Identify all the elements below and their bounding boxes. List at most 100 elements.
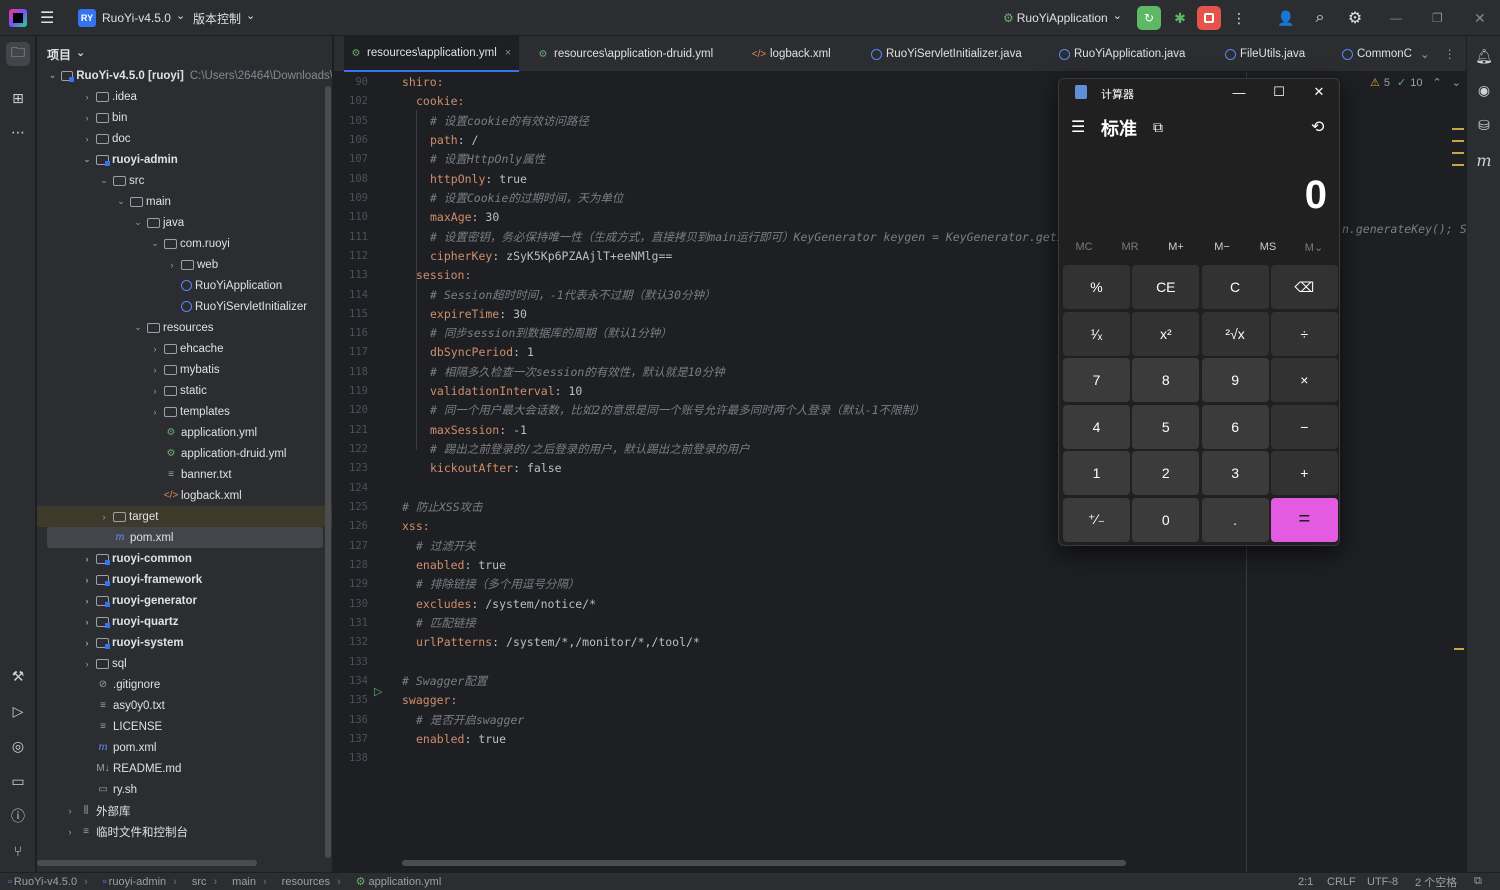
expand-arrow-icon[interactable]: › (81, 113, 93, 123)
minimize-icon[interactable]: — (1390, 0, 1402, 36)
close-window-icon[interactable]: ✕ (1474, 0, 1486, 36)
expand-arrow-icon[interactable]: ⌄ (149, 238, 161, 249)
tree-item[interactable]: › ehcache (37, 338, 332, 359)
square-root-button[interactable]: ²√x (1201, 311, 1269, 356)
clear-entry-button[interactable]: CE (1132, 265, 1200, 309)
tree-root[interactable]: ⌄ RuoYi-v4.5.0 [ruoyi] C:\Users\26464\Do… (37, 65, 332, 86)
expand-arrow-icon[interactable]: › (166, 260, 178, 270)
digit-5-button[interactable]: 5 (1132, 404, 1200, 449)
expand-arrow-icon[interactable]: › (98, 512, 110, 522)
tab-overflow-chevron-icon[interactable]: ⌄ (1420, 36, 1430, 72)
vcs-menu[interactable]: 版本控制 (193, 0, 255, 36)
code-line[interactable]: shiro: (402, 73, 444, 92)
tree-item[interactable]: ⚙ application-druid.yml (37, 443, 332, 464)
expand-arrow-icon[interactable]: ⌄ (115, 196, 127, 207)
more-actions-icon[interactable]: ⋮ (1227, 6, 1251, 30)
memory-button[interactable]: MS (1248, 241, 1288, 253)
memory-button[interactable]: MR (1110, 241, 1150, 253)
tree-item[interactable]: ≡ banner.txt (37, 464, 332, 485)
tree-item[interactable]: › sql (37, 653, 332, 674)
tree-item[interactable]: › .idea (37, 86, 332, 107)
tree-item[interactable]: › ruoyi-system (37, 632, 332, 653)
tree-item[interactable]: </> logback.xml (37, 485, 332, 506)
tree-item[interactable]: ⌄ src (37, 170, 332, 191)
tree-item[interactable]: › web (37, 254, 332, 275)
tree-item[interactable]: m pom.xml (47, 527, 323, 548)
code-line[interactable]: maxAge: 30 (430, 208, 499, 227)
tree-item[interactable]: ⌄ ruoyi-admin (37, 149, 332, 170)
breadcrumb-item[interactable]: src (192, 876, 207, 888)
code-line[interactable]: path: / (430, 131, 478, 150)
tree-item[interactable]: ▭ ry.sh (37, 779, 332, 800)
readonly-toggle-icon[interactable]: ⧉ (1474, 875, 1482, 888)
digit-7-button[interactable]: 7 (1063, 358, 1130, 402)
cursor-position[interactable]: 2:1 (1298, 876, 1313, 888)
tree-item[interactable]: ⌄ java (37, 212, 332, 233)
main-menu-icon[interactable]: ☰ (40, 0, 54, 36)
digit-0-button[interactable]: 0 (1132, 497, 1200, 542)
tree-item[interactable]: › ⫼ 外部库 (37, 800, 332, 821)
code-line[interactable]: # 匹配链接 (416, 614, 476, 633)
tree-item[interactable]: M↓ README.md (37, 758, 332, 779)
expand-arrow-icon[interactable]: ⌄ (98, 175, 110, 186)
project-scrollbar-vertical[interactable] (325, 86, 331, 858)
digit-1-button[interactable]: 1 (1063, 451, 1130, 495)
keep-on-top-icon[interactable]: ⧉ (1153, 119, 1163, 136)
code-line[interactable]: # 排除链接（多个用逗号分隔） (416, 575, 579, 594)
code-line[interactable]: # 设置Cookie的过期时间，天为单位 (430, 189, 623, 208)
expand-arrow-icon[interactable]: › (81, 134, 93, 144)
tree-item[interactable]: RuoYiServletInitializer (37, 296, 332, 317)
tree-item[interactable]: m pom.xml (37, 737, 332, 758)
code-line[interactable]: # 同一个用户最大会话数，比如2的意思是同一个账号允许最多同时两个人登录（默认-… (430, 401, 925, 420)
code-line[interactable]: cookie: (416, 92, 464, 111)
code-line[interactable]: # 同步session到数据库的周期（默认1分钟） (430, 324, 672, 343)
code-line[interactable]: enabled: true (416, 556, 506, 575)
expand-arrow-icon[interactable]: › (81, 638, 93, 648)
git-icon[interactable]: ⑂ (6, 839, 30, 863)
tree-item[interactable]: › templates (37, 401, 332, 422)
expand-arrow-icon[interactable]: › (149, 365, 161, 375)
code-line[interactable]: expireTime: 30 (430, 305, 527, 324)
calc-minimize-icon[interactable]: — (1219, 79, 1259, 105)
tab-more-icon[interactable]: ⋮ (1444, 36, 1456, 72)
tree-item[interactable]: › doc (37, 128, 332, 149)
code-line[interactable]: # 相隔多久检查一次session的有效性，默认就是10分钟 (430, 363, 725, 382)
tree-item[interactable]: ≡ asy0y0.txt (37, 695, 332, 716)
memory-button[interactable]: M+ (1156, 241, 1196, 253)
calculator-window[interactable]: 计算器 — ☐ ✕ ☰ 标准 ⧉ ⟲ 0 MC MR M+ M− MS M⌄ % CE C ⌫ ¹… (1058, 78, 1340, 546)
maven-icon[interactable]: m (1472, 148, 1496, 172)
memory-button[interactable]: M− (1202, 241, 1242, 253)
add-user-icon[interactable]: 👤 (1274, 6, 1298, 30)
code-line[interactable]: excludes: /system/notice/* (416, 595, 596, 614)
line-separator[interactable]: CRLF (1327, 876, 1356, 888)
memory-button[interactable]: M⌄ (1294, 241, 1334, 254)
tab-resources-application-druid-yml[interactable]: ⚙ resources\application-druid.yml (531, 36, 721, 72)
terminal-icon[interactable]: ▭ (6, 769, 30, 793)
notifications-icon[interactable]: 🔔︎ (1472, 44, 1496, 68)
divide-button[interactable]: ÷ (1270, 311, 1338, 356)
expand-arrow-icon[interactable]: ⌄ (81, 154, 93, 165)
tree-item[interactable]: › ruoyi-quartz (37, 611, 332, 632)
tree-item[interactable]: › ruoyi-framework (37, 569, 332, 590)
tree-item[interactable]: › static (37, 380, 332, 401)
code-line[interactable]: enabled: true (416, 730, 506, 749)
tab-commonc[interactable]: CommonC (1337, 36, 1420, 72)
calc-close-icon[interactable]: ✕ (1299, 79, 1339, 105)
app-logo[interactable] (9, 0, 27, 36)
editor-scrollbar-horizontal[interactable] (402, 860, 1126, 866)
tree-item[interactable]: ⚙ application.yml (37, 422, 332, 443)
code-line[interactable]: xss: (402, 517, 430, 536)
square-button[interactable]: x² (1132, 311, 1200, 356)
next-highlight-icon[interactable]: ⌄ (1452, 76, 1461, 89)
tab-resources-application-yml[interactable]: ⚙ resources\application.yml × (344, 36, 520, 72)
code-line[interactable]: # 防止XSS攻击 (402, 498, 483, 517)
run-gutter-icon[interactable]: ▷ (374, 685, 382, 698)
digit-3-button[interactable]: 3 (1201, 451, 1269, 495)
search-icon[interactable]: ⌕ (1308, 6, 1332, 30)
code-line[interactable]: httpOnly: true (430, 170, 527, 189)
code-line[interactable]: urlPatterns: /system/*,/monitor/*,/tool/… (416, 633, 700, 652)
tree-item[interactable]: ⊘ .gitignore (37, 674, 332, 695)
digit-8-button[interactable]: 8 (1132, 358, 1200, 402)
code-line[interactable]: cipherKey: zSyK5Kp6PZAAjlT+eeNMlg== (430, 247, 672, 266)
history-icon[interactable]: ⟲ (1311, 117, 1324, 137)
